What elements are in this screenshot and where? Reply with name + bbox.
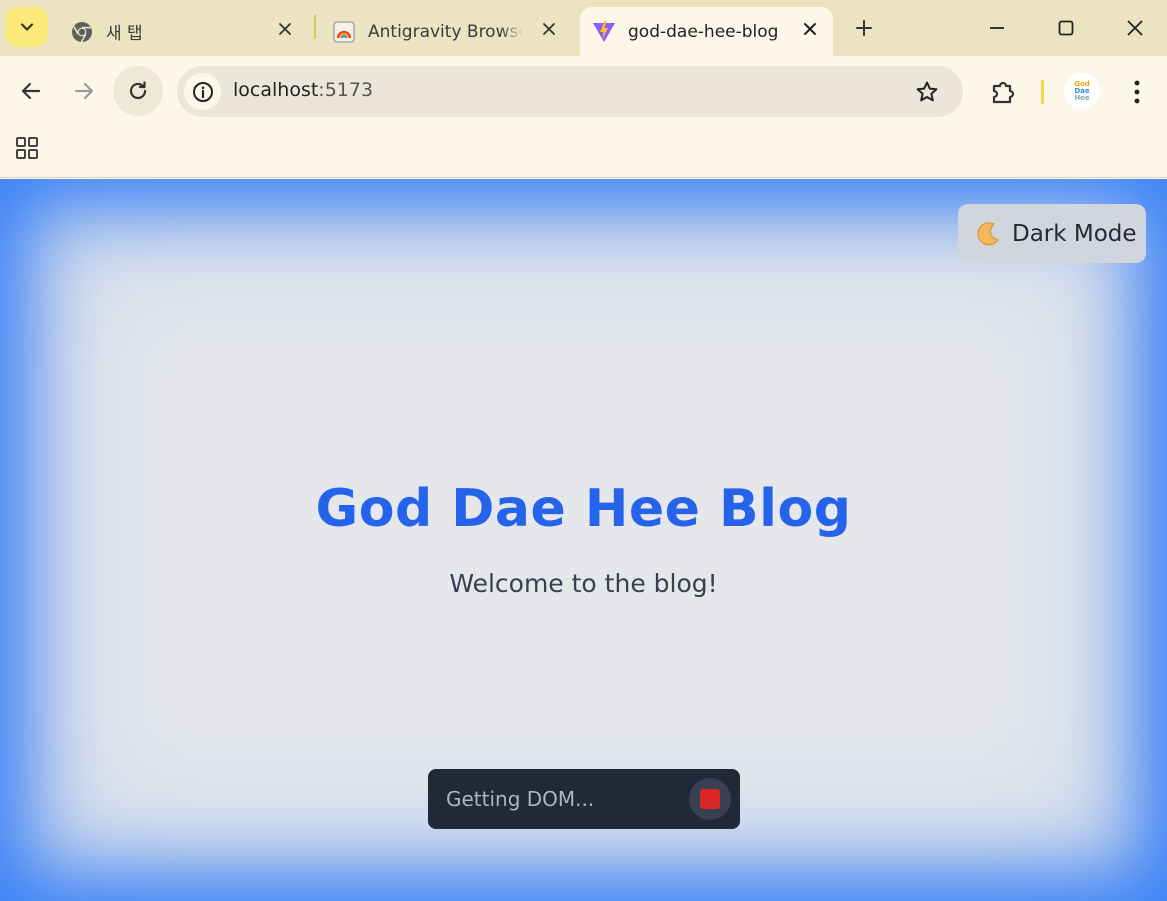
avatar-text: Hee: [1074, 93, 1090, 102]
minimize-icon: [990, 27, 1004, 29]
stop-agent-button[interactable]: [689, 778, 731, 820]
extensions-button[interactable]: [986, 74, 1022, 110]
stop-icon: [700, 789, 720, 809]
info-icon: [192, 81, 213, 102]
arrow-left-icon: [21, 82, 41, 100]
close-icon[interactable]: [799, 18, 821, 40]
tab-god-dae-hee-blog[interactable]: god-dae-hee-blog: [580, 7, 833, 56]
chevron-down-icon: [20, 23, 34, 31]
vite-icon: [592, 20, 616, 44]
apps-grid-button[interactable]: [14, 135, 40, 161]
browser-menu-button[interactable]: [1122, 74, 1152, 110]
site-info-button[interactable]: [184, 73, 221, 110]
chrome-icon: [70, 20, 94, 44]
agent-status-text: Getting DOM...: [446, 787, 595, 811]
url-port: :5173: [318, 79, 374, 101]
apps-grid-icon: [16, 137, 38, 159]
puzzle-icon: [992, 81, 1015, 104]
tab-search-button[interactable]: [6, 7, 48, 47]
tab-antigravity-browser[interactable]: Antigravity Browser: [322, 7, 572, 56]
close-icon[interactable]: [538, 18, 560, 40]
dark-mode-label: Dark Mode: [1012, 220, 1137, 247]
tab-divider: [314, 15, 316, 39]
arrow-right-icon: [74, 82, 94, 100]
tab-new-tab[interactable]: 새 탭: [58, 7, 308, 56]
toolbar-divider: [1041, 80, 1044, 104]
profile-avatar-button[interactable]: God Dae Hee: [1064, 73, 1100, 109]
tab-title: god-dae-hee-blog: [628, 21, 779, 42]
close-window-button[interactable]: [1112, 10, 1158, 46]
dark-mode-toggle[interactable]: Dark Mode: [958, 204, 1146, 263]
page-viewport: Dark Mode God Dae Hee Blog Welcome to th…: [0, 179, 1167, 901]
bookmark-star-button[interactable]: [913, 78, 941, 106]
tab-title: Antigravity Browser: [368, 21, 523, 42]
antigravity-icon: [332, 20, 356, 44]
page-subtitle: Welcome to the blog!: [449, 569, 718, 598]
more-vert-icon: [1134, 80, 1140, 104]
url-host: localhost: [233, 79, 319, 101]
page-title: God Dae Hee Blog: [315, 479, 852, 539]
maximize-button[interactable]: [1043, 10, 1089, 46]
tab-title: 새 탭: [106, 24, 143, 44]
new-tab-button[interactable]: [850, 14, 878, 42]
address-bar[interactable]: localhost:5173: [177, 66, 963, 117]
tab-strip: 새 탭 Antigravity Browser god-dae-hee-blog: [0, 0, 1167, 56]
url-text[interactable]: localhost:5173: [233, 79, 373, 101]
forward-button[interactable]: [59, 66, 109, 116]
close-icon: [1127, 20, 1143, 36]
plus-icon: [856, 20, 872, 36]
close-icon[interactable]: [274, 18, 296, 40]
browser-toolbar: localhost:5173 God Dae Hee: [0, 56, 1167, 126]
maximize-icon: [1058, 20, 1074, 36]
agent-status-bar: Getting DOM...: [428, 769, 740, 829]
star-icon: [916, 81, 938, 102]
reload-button[interactable]: [113, 66, 163, 116]
minimize-button[interactable]: [974, 10, 1020, 46]
crescent-moon-icon: [977, 221, 999, 245]
bookmarks-bar: [0, 126, 1167, 178]
reload-icon: [129, 81, 147, 100]
back-button[interactable]: [6, 66, 56, 116]
